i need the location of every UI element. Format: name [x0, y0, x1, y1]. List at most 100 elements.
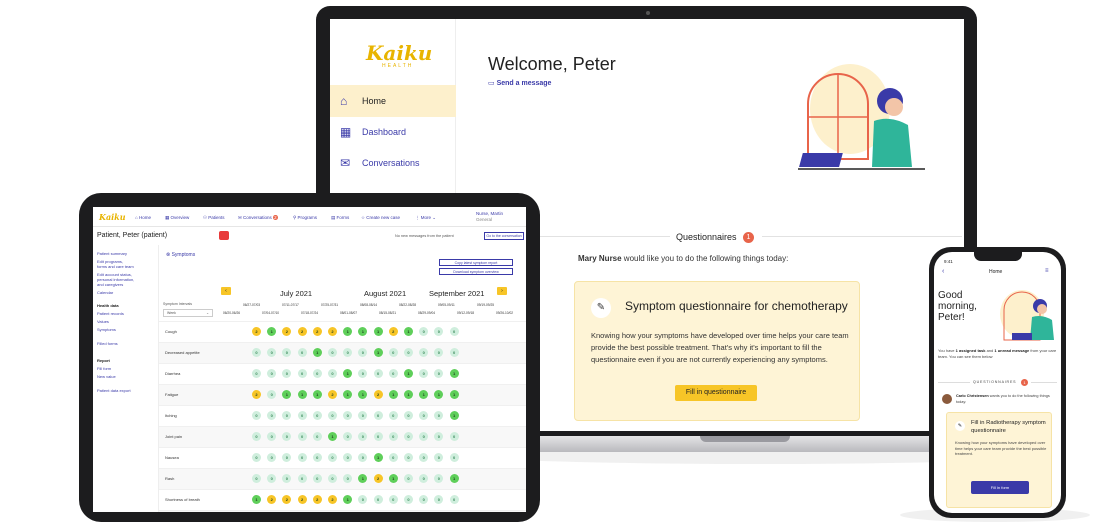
severity-dot[interactable]: 0	[373, 432, 383, 441]
user-name[interactable]: Nurse, Martin	[476, 211, 503, 216]
severity-dot[interactable]: 0	[312, 474, 322, 483]
side-patient-data-export[interactable]: Patient data export	[97, 388, 131, 393]
go-to-conversation-button[interactable]: Go to the conversation	[484, 232, 524, 240]
severity-dot[interactable]: 0	[328, 474, 337, 483]
severity-dot[interactable]: 2	[297, 327, 307, 336]
nav-conversations[interactable]: ✉ Conversations	[330, 147, 456, 179]
severity-dot[interactable]: 0	[449, 453, 459, 462]
severity-dot[interactable]: 0	[328, 411, 337, 420]
severity-dot[interactable]: 0	[328, 453, 337, 462]
severity-dot[interactable]: 1	[449, 474, 459, 483]
severity-dot[interactable]: 0	[449, 348, 459, 357]
severity-dot[interactable]: 0	[449, 327, 459, 336]
severity-dot[interactable]: 0	[252, 411, 261, 420]
topnav-create-case[interactable]: ☆ Create new case	[361, 215, 400, 221]
severity-dot[interactable]: 0	[388, 348, 398, 357]
severity-dot[interactable]: 1	[388, 390, 398, 399]
severity-dot[interactable]: 0	[449, 495, 459, 504]
severity-dot[interactable]: 0	[252, 348, 261, 357]
topnav-programs[interactable]: ⚲ Programs	[293, 215, 317, 221]
severity-dot[interactable]: 0	[297, 474, 307, 483]
severity-dot[interactable]: 2	[328, 390, 337, 399]
side-edit-programs-2[interactable]: forms and care team	[97, 264, 134, 269]
severity-dot[interactable]: 1	[449, 369, 459, 378]
severity-dot[interactable]: 1	[404, 327, 413, 336]
topnav-home[interactable]: ⌂ Home	[135, 215, 151, 220]
nav-dashboard[interactable]: ▦ Dashboard	[330, 116, 456, 148]
severity-dot[interactable]: 0	[404, 474, 413, 483]
side-patient-records[interactable]: Patient records	[97, 311, 124, 316]
severity-dot[interactable]: 1	[312, 390, 322, 399]
severity-dot[interactable]: 1	[373, 327, 383, 336]
fill-questionnaire-button[interactable]: Fill in questionnaire	[675, 385, 757, 401]
lock-icon[interactable]	[219, 231, 229, 240]
topnav-conversations[interactable]: ✉ Conversations 2	[238, 215, 278, 221]
severity-dot[interactable]: 2	[312, 327, 322, 336]
severity-dot[interactable]: 2	[252, 327, 261, 336]
severity-dot[interactable]: 0	[312, 411, 322, 420]
severity-dot[interactable]: 0	[388, 453, 398, 462]
severity-dot[interactable]: 0	[373, 411, 383, 420]
side-new-value[interactable]: New value	[97, 374, 116, 379]
severity-dot[interactable]: 2	[297, 495, 307, 504]
severity-dot[interactable]: 1	[404, 369, 413, 378]
severity-dot[interactable]: 0	[297, 348, 307, 357]
severity-dot[interactable]: 2	[328, 327, 337, 336]
copy-symptom-report-button[interactable]: Copy latest symptom report	[439, 259, 513, 266]
severity-dot[interactable]: 1	[297, 390, 307, 399]
severity-dot[interactable]: 0	[404, 495, 413, 504]
download-symptom-overview-button[interactable]: Download symptom overview	[439, 268, 513, 275]
side-values[interactable]: Values	[97, 319, 109, 324]
severity-dot[interactable]: 0	[404, 453, 413, 462]
severity-dot[interactable]: 1	[328, 432, 337, 441]
severity-dot[interactable]: 0	[373, 369, 383, 378]
topnav-more[interactable]: ⋮ More ⌄	[415, 215, 436, 221]
side-patient-summary[interactable]: Patient summary	[97, 251, 127, 256]
topnav-patients[interactable]: ⚇ Patients	[203, 215, 225, 221]
severity-dot[interactable]: 1	[312, 348, 322, 357]
severity-dot[interactable]: 1	[373, 453, 383, 462]
side-edit-account-3[interactable]: and caregivers	[97, 282, 123, 287]
severity-dot[interactable]: 0	[312, 453, 322, 462]
prev-arrow-icon[interactable]: ‹	[221, 287, 231, 295]
severity-dot[interactable]: 0	[297, 369, 307, 378]
severity-dot[interactable]: 1	[373, 348, 383, 357]
severity-dot[interactable]: 0	[312, 432, 322, 441]
fill-in-form-button[interactable]: Fill in form	[971, 481, 1029, 494]
severity-dot[interactable]: 0	[252, 369, 261, 378]
severity-dot[interactable]: 0	[252, 432, 261, 441]
severity-dot[interactable]: 0	[252, 474, 261, 483]
side-fill-form[interactable]: Fill form	[97, 366, 111, 371]
severity-dot[interactable]: 0	[388, 495, 398, 504]
severity-dot[interactable]: 2	[312, 495, 322, 504]
severity-dot[interactable]: 0	[297, 411, 307, 420]
severity-dot[interactable]: 0	[312, 369, 322, 378]
severity-dot[interactable]: 0	[297, 432, 307, 441]
side-filled-forms[interactable]: Filled forms	[97, 341, 118, 346]
severity-dot[interactable]: 2	[373, 390, 383, 399]
severity-dot[interactable]: 0	[252, 453, 261, 462]
next-arrow-icon[interactable]: ›	[497, 287, 507, 295]
severity-dot[interactable]: 0	[404, 411, 413, 420]
side-symptoms[interactable]: Symptoms	[97, 327, 116, 332]
severity-dot[interactable]: 1	[449, 390, 459, 399]
severity-dot[interactable]: 0	[388, 411, 398, 420]
side-calendar[interactable]: Calendar	[97, 290, 113, 295]
severity-dot[interactable]: 1	[404, 390, 413, 399]
severity-dot[interactable]: 2	[328, 495, 337, 504]
nav-home[interactable]: ⌂ Home	[330, 85, 456, 117]
severity-dot[interactable]: 0	[449, 432, 459, 441]
topnav-overview[interactable]: ▦ Overview	[165, 215, 189, 221]
menu-icon[interactable]: ≡	[1045, 268, 1049, 274]
severity-dot[interactable]: 0	[404, 432, 413, 441]
topnav-forms[interactable]: ▤ Forms	[331, 215, 349, 221]
severity-dot[interactable]: 0	[388, 432, 398, 441]
severity-dot[interactable]: 2	[252, 390, 261, 399]
severity-dot[interactable]: 0	[388, 369, 398, 378]
severity-dot[interactable]: 0	[373, 495, 383, 504]
severity-dot[interactable]: 1	[388, 474, 398, 483]
severity-dot[interactable]: 0	[328, 369, 337, 378]
send-message-link[interactable]: ▭ Send a message	[488, 79, 551, 87]
severity-dot[interactable]: 0	[404, 348, 413, 357]
interval-select[interactable]: Week ⌄	[163, 309, 213, 317]
